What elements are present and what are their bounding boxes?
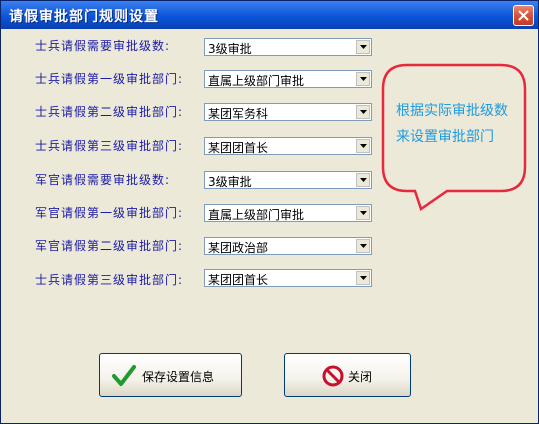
dropdown-button[interactable]: [356, 40, 370, 54]
label-soldier-dept-2: 士兵请假第二级审批部门:: [35, 105, 184, 119]
chevron-down-icon: [360, 244, 367, 248]
select-value: 某团团首长: [208, 273, 269, 287]
chevron-down-icon: [360, 211, 367, 215]
label-officer-levels: 军官请假需要审批级数:: [35, 173, 171, 187]
chevron-down-icon: [360, 144, 367, 148]
window-close-button[interactable]: [513, 5, 534, 26]
label-officer-dept-2: 军官请假第二级审批部门:: [35, 239, 184, 253]
soldier-dept-3-select[interactable]: 某团团首长: [204, 137, 372, 155]
close-icon: [518, 10, 529, 21]
chevron-down-icon: [360, 45, 367, 49]
save-settings-button[interactable]: 保存设置信息: [99, 353, 242, 397]
dropdown-button[interactable]: [356, 72, 370, 86]
officer-dept-2-select[interactable]: 某团政治部: [204, 237, 372, 255]
select-value: 直属上级部门审批: [208, 74, 305, 88]
label-soldier-levels: 士兵请假需要审批级数:: [35, 39, 171, 53]
chevron-down-icon: [360, 77, 367, 81]
label-soldier-dept-3: 士兵请假第三级审批部门:: [35, 139, 184, 153]
soldier-levels-select[interactable]: 3级审批: [204, 38, 372, 56]
chevron-down-icon: [360, 178, 367, 182]
close-button-label: 关闭: [348, 370, 373, 384]
dropdown-button[interactable]: [356, 271, 370, 285]
dropdown-button[interactable]: [356, 239, 370, 253]
no-entry-icon: [322, 365, 344, 387]
tip-line-2: 来设置审批部门: [396, 129, 494, 145]
dropdown-button[interactable]: [356, 105, 370, 119]
soldier-dept-2-select[interactable]: 某团军务科: [204, 103, 372, 121]
select-value: 直属上级部门审批: [208, 208, 305, 222]
select-value: 3级审批: [208, 42, 252, 56]
officer-dept-3-select[interactable]: 某团团首长: [204, 269, 372, 287]
dropdown-button[interactable]: [356, 206, 370, 220]
officer-dept-1-select[interactable]: 直属上级部门审批: [204, 204, 372, 222]
select-value: 某团团首长: [208, 141, 269, 155]
label-officer-dept-1: 军官请假第一级审批部门:: [35, 206, 184, 220]
chevron-down-icon: [360, 276, 367, 280]
select-value: 某团政治部: [208, 241, 269, 255]
dialog-window: 请假审批部门规则设置 士兵请假需要审批级数: 3级审批 士兵请假第一级审批部门:…: [0, 0, 539, 424]
dropdown-button[interactable]: [356, 139, 370, 153]
label-soldier-dept-1: 士兵请假第一级审批部门:: [35, 72, 184, 86]
title-bar: 请假审批部门规则设置: [1, 1, 538, 29]
close-button[interactable]: 关闭: [284, 353, 411, 397]
check-icon: [112, 365, 136, 386]
select-value: 3级审批: [208, 175, 252, 189]
label-officer-dept-3: 士兵请假第三级审批部门:: [35, 273, 184, 287]
officer-levels-select[interactable]: 3级审批: [204, 171, 372, 189]
chevron-down-icon: [360, 110, 367, 114]
select-value: 某团军务科: [208, 107, 269, 121]
window-title: 请假审批部门规则设置: [9, 9, 159, 25]
save-button-label: 保存设置信息: [142, 370, 215, 384]
dropdown-button[interactable]: [356, 173, 370, 187]
soldier-dept-1-select[interactable]: 直属上级部门审批: [204, 70, 372, 88]
tip-line-1: 根据实际审批级数: [396, 103, 508, 119]
